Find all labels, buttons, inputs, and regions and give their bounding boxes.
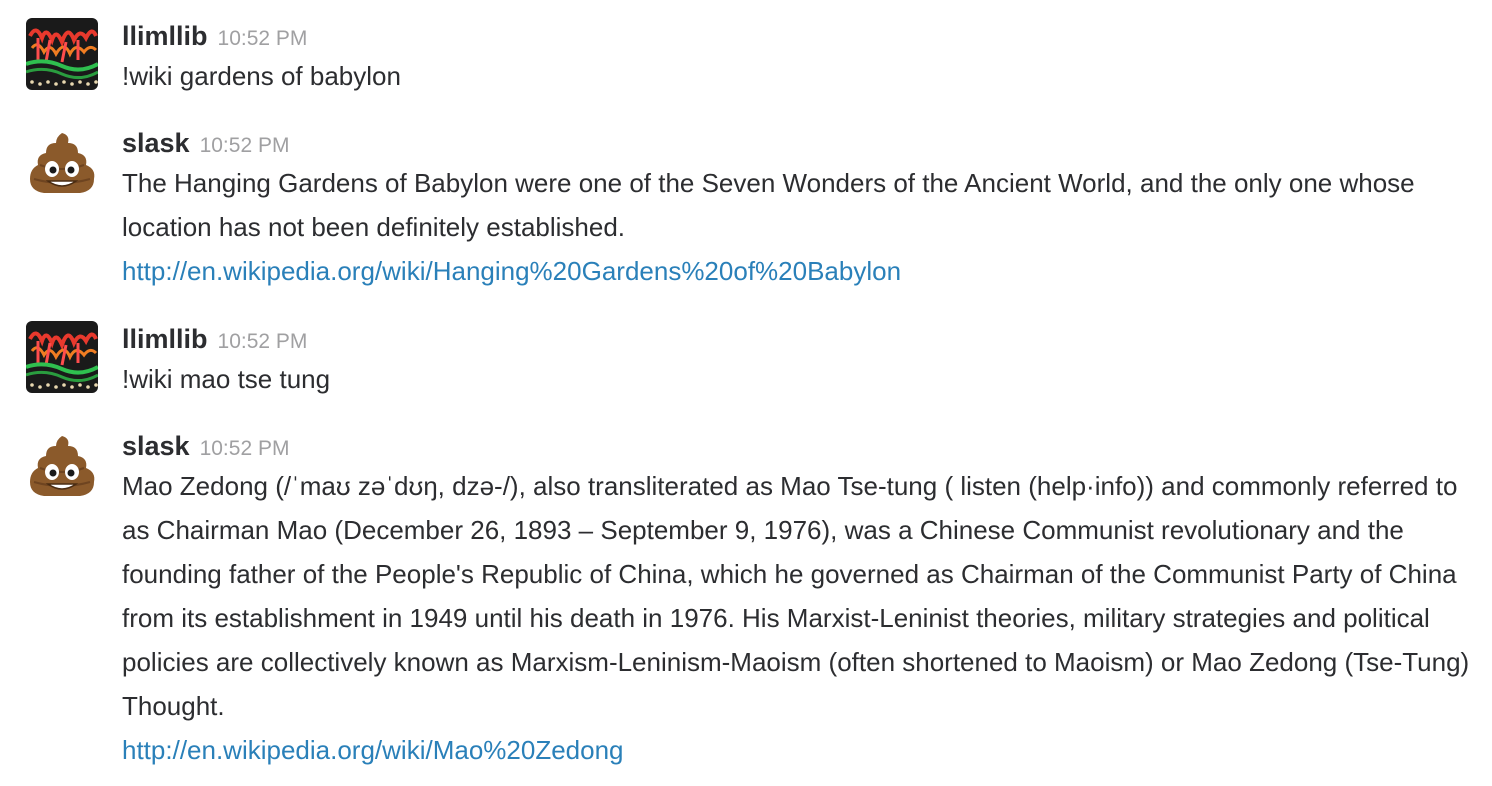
- wikipedia-link[interactable]: http://en.wikipedia.org/wiki/Hanging%20G…: [122, 249, 1474, 293]
- poop-emoji-avatar-icon[interactable]: [26, 127, 98, 199]
- message-text: Mao Zedong (/ˈmaʊ zəˈdʊŋ, dzə-/), also t…: [122, 471, 1470, 721]
- poop-emoji-avatar-icon[interactable]: [26, 430, 98, 502]
- message-header: slask 10:52 PM: [122, 428, 1474, 464]
- timestamp[interactable]: 10:52 PM: [218, 27, 308, 50]
- message-text: !wiki gardens of babylon: [122, 61, 401, 91]
- message-text: !wiki mao tse tung: [122, 364, 331, 394]
- timestamp[interactable]: 10:52 PM: [200, 437, 290, 460]
- message-header: llimllib 10:52 PM: [122, 321, 1474, 357]
- username[interactable]: llimllib: [122, 324, 208, 354]
- message-header: llimllib 10:52 PM: [122, 18, 1474, 54]
- username[interactable]: slask: [122, 128, 190, 158]
- username[interactable]: llimllib: [122, 21, 208, 51]
- neon-sign-avatar-icon[interactable]: [26, 321, 98, 393]
- username[interactable]: slask: [122, 431, 190, 461]
- message-text: The Hanging Gardens of Babylon were one …: [122, 168, 1415, 242]
- timestamp[interactable]: 10:52 PM: [200, 134, 290, 157]
- wikipedia-link[interactable]: http://en.wikipedia.org/wiki/Mao%20Zedon…: [122, 728, 1474, 772]
- neon-sign-avatar-icon[interactable]: [26, 18, 98, 90]
- message-header: slask 10:52 PM: [122, 125, 1474, 161]
- timestamp[interactable]: 10:52 PM: [218, 330, 308, 353]
